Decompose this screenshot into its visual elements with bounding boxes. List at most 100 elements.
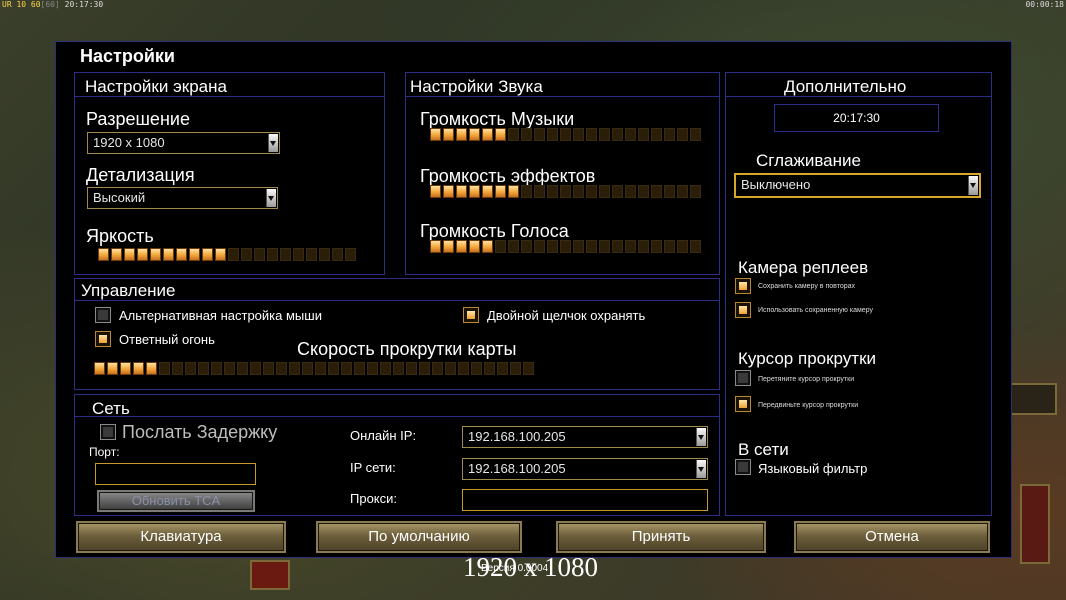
keyboard-button[interactable]: Клавиатура: [76, 521, 286, 553]
slider-segment[interactable]: [495, 128, 506, 141]
slider-segment[interactable]: [547, 128, 558, 141]
slider-segment[interactable]: [638, 128, 649, 141]
slider-segment[interactable]: [547, 185, 558, 198]
slider-segment[interactable]: [419, 362, 430, 375]
alt-mouse-checkbox[interactable]: [95, 307, 111, 323]
slider-segment[interactable]: [638, 240, 649, 253]
brightness-slider[interactable]: [98, 248, 356, 261]
slider-segment[interactable]: [94, 362, 105, 375]
slider-segment[interactable]: [690, 185, 701, 198]
slider-segment[interactable]: [651, 185, 662, 198]
slider-segment[interactable]: [111, 248, 122, 261]
slider-segment[interactable]: [523, 362, 534, 375]
accept-button[interactable]: Принять: [556, 521, 766, 553]
slider-segment[interactable]: [354, 362, 365, 375]
slider-segment[interactable]: [332, 248, 343, 261]
slider-segment[interactable]: [651, 128, 662, 141]
slider-segment[interactable]: [254, 248, 265, 261]
move-cursor-checkbox[interactable]: [735, 396, 751, 412]
voice-volume-slider[interactable]: [430, 240, 701, 253]
slider-segment[interactable]: [599, 240, 610, 253]
slider-segment[interactable]: [612, 185, 623, 198]
update-tca-button[interactable]: Обновить TCA: [97, 490, 255, 512]
slider-segment[interactable]: [98, 248, 109, 261]
slider-segment[interactable]: [469, 185, 480, 198]
slider-segment[interactable]: [521, 240, 532, 253]
slider-segment[interactable]: [293, 248, 304, 261]
slider-segment[interactable]: [508, 128, 519, 141]
slider-segment[interactable]: [432, 362, 443, 375]
slider-segment[interactable]: [560, 185, 571, 198]
slider-segment[interactable]: [586, 240, 597, 253]
slider-segment[interactable]: [521, 128, 532, 141]
chevron-down-icon[interactable]: [968, 176, 978, 195]
slider-segment[interactable]: [211, 362, 222, 375]
slider-segment[interactable]: [443, 128, 454, 141]
slider-segment[interactable]: [198, 362, 209, 375]
slider-segment[interactable]: [508, 240, 519, 253]
chevron-down-icon[interactable]: [696, 460, 706, 478]
slider-segment[interactable]: [430, 185, 441, 198]
slider-segment[interactable]: [677, 240, 688, 253]
online-ip-dropdown[interactable]: 192.168.100.205: [462, 426, 708, 448]
slider-segment[interactable]: [471, 362, 482, 375]
antialiasing-dropdown[interactable]: Выключено: [734, 173, 981, 198]
slider-segment[interactable]: [237, 362, 248, 375]
slider-segment[interactable]: [612, 240, 623, 253]
language-filter-checkbox[interactable]: [735, 459, 751, 475]
slider-segment[interactable]: [612, 128, 623, 141]
slider-segment[interactable]: [302, 362, 313, 375]
slider-segment[interactable]: [469, 128, 480, 141]
slider-segment[interactable]: [677, 185, 688, 198]
slider-segment[interactable]: [345, 248, 356, 261]
slider-segment[interactable]: [263, 362, 274, 375]
slider-segment[interactable]: [241, 248, 252, 261]
send-delay-checkbox[interactable]: [100, 424, 116, 440]
slider-segment[interactable]: [508, 185, 519, 198]
slider-segment[interactable]: [482, 128, 493, 141]
slider-segment[interactable]: [573, 185, 584, 198]
slider-segment[interactable]: [625, 128, 636, 141]
slider-segment[interactable]: [107, 362, 118, 375]
slider-segment[interactable]: [150, 248, 161, 261]
slider-segment[interactable]: [497, 362, 508, 375]
slider-segment[interactable]: [456, 128, 467, 141]
use-saved-camera-checkbox[interactable]: [735, 302, 751, 318]
slider-segment[interactable]: [137, 248, 148, 261]
slider-segment[interactable]: [690, 240, 701, 253]
slider-segment[interactable]: [319, 248, 330, 261]
slider-segment[interactable]: [651, 240, 662, 253]
music-volume-slider[interactable]: [430, 128, 701, 141]
slider-segment[interactable]: [250, 362, 261, 375]
slider-segment[interactable]: [586, 185, 597, 198]
slider-segment[interactable]: [445, 362, 456, 375]
slider-segment[interactable]: [560, 128, 571, 141]
slider-segment[interactable]: [547, 240, 558, 253]
slider-segment[interactable]: [458, 362, 469, 375]
drag-cursor-checkbox[interactable]: [735, 370, 751, 386]
slider-segment[interactable]: [664, 240, 675, 253]
slider-segment[interactable]: [380, 362, 391, 375]
slider-segment[interactable]: [521, 185, 532, 198]
slider-segment[interactable]: [328, 362, 339, 375]
slider-segment[interactable]: [367, 362, 378, 375]
slider-segment[interactable]: [341, 362, 352, 375]
slider-segment[interactable]: [430, 128, 441, 141]
resolution-dropdown[interactable]: 1920 x 1080: [87, 132, 280, 154]
return-fire-checkbox[interactable]: [95, 331, 111, 347]
slider-segment[interactable]: [495, 185, 506, 198]
slider-segment[interactable]: [280, 248, 291, 261]
slider-segment[interactable]: [133, 362, 144, 375]
slider-segment[interactable]: [599, 128, 610, 141]
slider-segment[interactable]: [456, 240, 467, 253]
slider-segment[interactable]: [202, 248, 213, 261]
slider-segment[interactable]: [172, 362, 183, 375]
slider-segment[interactable]: [573, 240, 584, 253]
slider-segment[interactable]: [482, 240, 493, 253]
slider-segment[interactable]: [560, 240, 571, 253]
cancel-button[interactable]: Отмена: [794, 521, 990, 553]
slider-segment[interactable]: [267, 248, 278, 261]
slider-segment[interactable]: [690, 128, 701, 141]
slider-segment[interactable]: [664, 185, 675, 198]
slider-segment[interactable]: [146, 362, 157, 375]
